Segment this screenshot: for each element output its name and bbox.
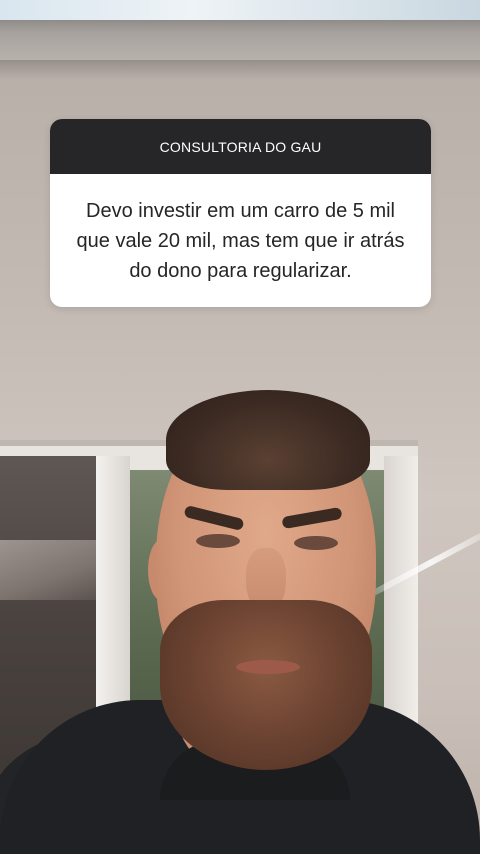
eye-right	[294, 536, 338, 550]
window-ceiling	[0, 540, 100, 600]
mouth	[236, 660, 300, 674]
hair	[166, 390, 370, 490]
question-text: Devo investir em um carro de 5 mil que v…	[76, 199, 405, 282]
eye-left	[196, 534, 240, 548]
question-sticker[interactable]: CONSULTORIA DO GAU Devo investir em um c…	[50, 119, 431, 307]
wall-shadow	[0, 60, 480, 80]
question-sticker-body: Devo investir em um carro de 5 mil que v…	[50, 174, 431, 307]
question-sticker-title: CONSULTORIA DO GAU	[159, 138, 322, 155]
question-sticker-header: CONSULTORIA DO GAU	[50, 119, 431, 174]
roof-edge	[0, 20, 480, 62]
beard	[160, 600, 372, 770]
